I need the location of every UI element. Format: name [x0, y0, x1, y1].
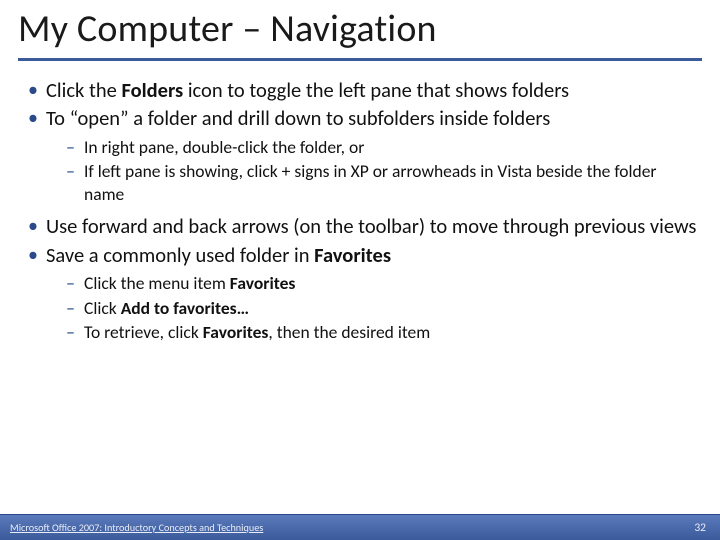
- bullet-bold: Folders: [121, 77, 183, 103]
- bullet-bold: Favorites: [314, 242, 391, 268]
- sub-bullet-item: Click Add to favorites…: [60, 297, 698, 319]
- sub-bullet-item: To retrieve, click Favorites, then the d…: [60, 321, 698, 343]
- bullet-text: icon to toggle the left pane that shows …: [183, 77, 569, 103]
- sub-bullet-bold: Favorites: [203, 321, 269, 343]
- footer-bar: Microsoft Office 2007: Introductory Conc…: [0, 514, 720, 540]
- sub-bullet-text: Click the menu item: [84, 272, 230, 294]
- slide: My Computer – Navigation Click the Folde…: [0, 0, 720, 540]
- sub-bullet-bold: Add to favorites…: [121, 297, 249, 319]
- sub-bullet-text: If left pane is showing, click + signs i…: [84, 160, 657, 204]
- bullet-item: Click the Folders icon to toggle the lef…: [22, 77, 698, 104]
- sub-bullet-list: Click the menu item Favorites Click Add …: [60, 272, 698, 343]
- sub-bullet-item: In right pane, double-click the folder, …: [60, 136, 698, 158]
- title-area: My Computer – Navigation: [0, 0, 720, 61]
- bullet-item: Save a commonly used folder in Favorites…: [22, 242, 698, 344]
- bullet-text: Save a commonly used folder in: [46, 242, 314, 268]
- bullet-text: To “open” a folder and drill down to sub…: [46, 105, 550, 131]
- footer-text: Microsoft Office 2007: Introductory Conc…: [10, 521, 263, 534]
- sub-bullet-text: , then the desired item: [268, 321, 430, 343]
- sub-bullet-item: Click the menu item Favorites: [60, 272, 698, 294]
- sub-bullet-text: In right pane, double-click the folder, …: [84, 136, 364, 158]
- bullet-list: Click the Folders icon to toggle the lef…: [22, 77, 698, 344]
- content-area: Click the Folders icon to toggle the lef…: [0, 61, 720, 344]
- bullet-item: To “open” a folder and drill down to sub…: [22, 105, 698, 205]
- page-number: 32: [694, 521, 706, 535]
- sub-bullet-item: If left pane is showing, click + signs i…: [60, 160, 698, 205]
- slide-title: My Computer – Navigation: [18, 8, 702, 52]
- sub-bullet-text: To retrieve, click: [84, 321, 203, 343]
- bullet-item: Use forward and back arrows (on the tool…: [22, 213, 698, 240]
- sub-bullet-text: Click: [84, 297, 121, 319]
- sub-bullet-list: In right pane, double-click the folder, …: [60, 136, 698, 205]
- sub-bullet-bold: Favorites: [230, 272, 296, 294]
- bullet-text: Click the: [46, 77, 121, 103]
- bullet-text: Use forward and back arrows (on the tool…: [46, 213, 696, 239]
